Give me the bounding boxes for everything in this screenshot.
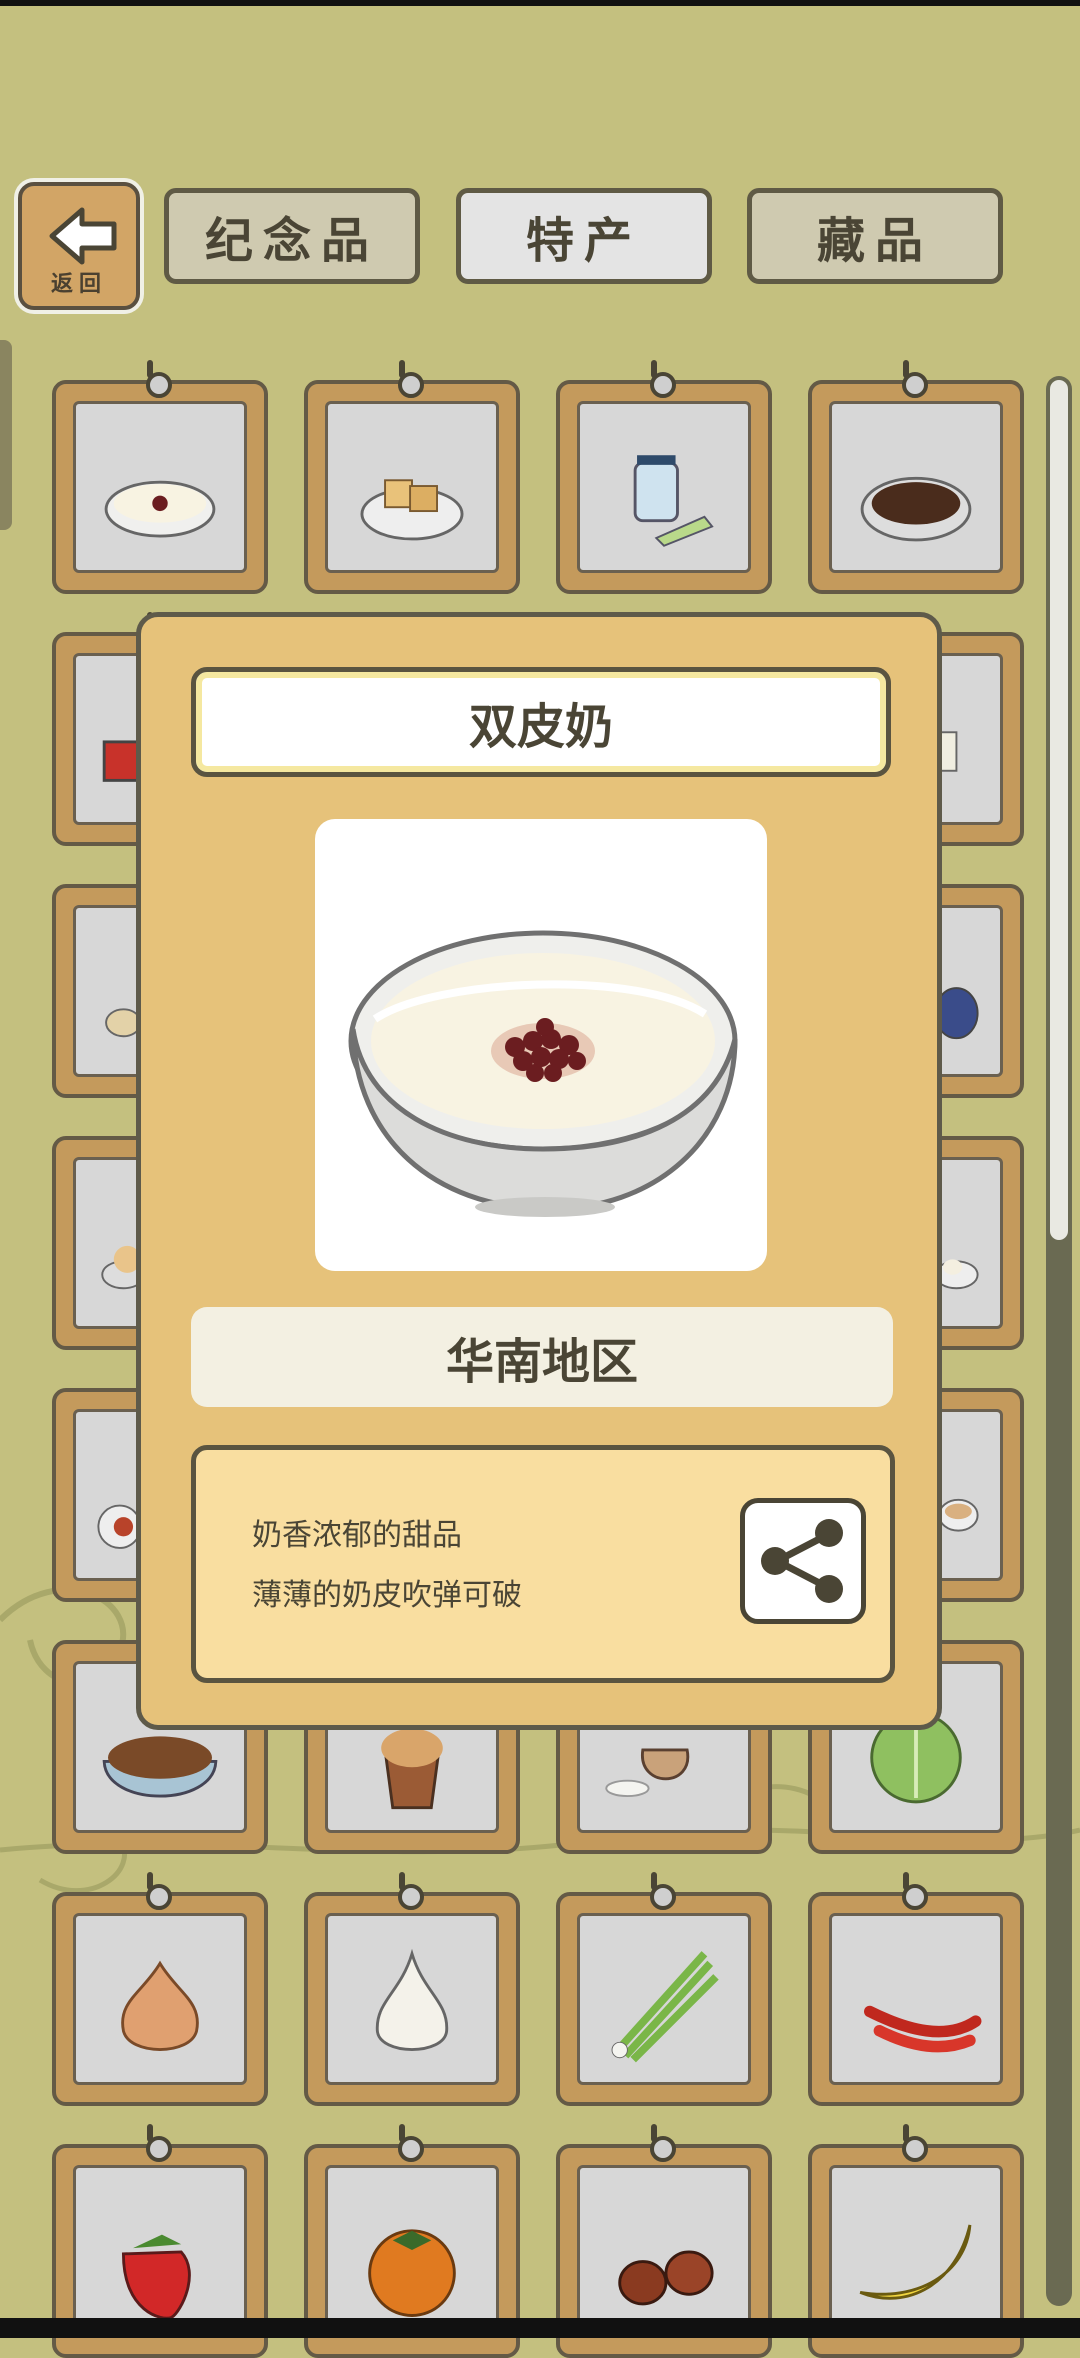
item-card[interactable]: [304, 1872, 520, 2106]
tab-specialties[interactable]: 特产: [456, 188, 712, 284]
chili-icon: [864, 2005, 982, 2053]
item-card[interactable]: [52, 360, 268, 594]
back-button[interactable]: 返回: [14, 178, 144, 314]
scrollbar-thumb[interactable]: [1050, 380, 1068, 1240]
double-skin-milk-icon: [348, 930, 738, 1217]
description-line-1: 奶香浓郁的甜品: [252, 1518, 462, 1553]
jar-and-tea-icon: [633, 455, 714, 547]
nav-bar: [0, 2318, 1080, 2338]
description-line-2: 薄薄的奶皮吹弹可破: [252, 1578, 522, 1613]
coffee-beans-icon: [860, 476, 972, 542]
back-label: 返回: [50, 272, 107, 297]
item-card[interactable]: [556, 1872, 772, 2106]
share-icon: [761, 1519, 843, 1603]
back-arrow-icon: [49, 207, 117, 265]
double-skin-milk-icon: [104, 480, 216, 538]
item-description-box: 奶香浓郁的甜品 薄薄的奶皮吹弹可破: [191, 1445, 895, 1683]
onion-icon: [121, 1960, 199, 2051]
item-card[interactable]: [808, 360, 1024, 594]
share-button[interactable]: [740, 1498, 866, 1624]
side-drawer-handle[interactable]: [0, 340, 12, 530]
item-image-panel: [315, 819, 767, 1271]
scallion-icon: [611, 1951, 719, 2063]
tab-souvenirs[interactable]: 纪念品: [164, 188, 420, 284]
item-detail-dialog: 双皮奶 华南地区 奶香浓郁的甜品 薄薄的奶皮吹弹可破: [136, 612, 942, 1730]
item-card[interactable]: [52, 1872, 268, 2106]
item-card[interactable]: [304, 360, 520, 594]
garlic-icon: [375, 1948, 449, 2051]
item-name: 双皮奶: [191, 667, 891, 777]
tofu-icon: [360, 479, 464, 541]
tab-collectibles[interactable]: 藏品: [747, 188, 1003, 284]
item-card[interactable]: [556, 360, 772, 594]
item-card[interactable]: [808, 1872, 1024, 2106]
item-region: 华南地区: [191, 1307, 893, 1407]
